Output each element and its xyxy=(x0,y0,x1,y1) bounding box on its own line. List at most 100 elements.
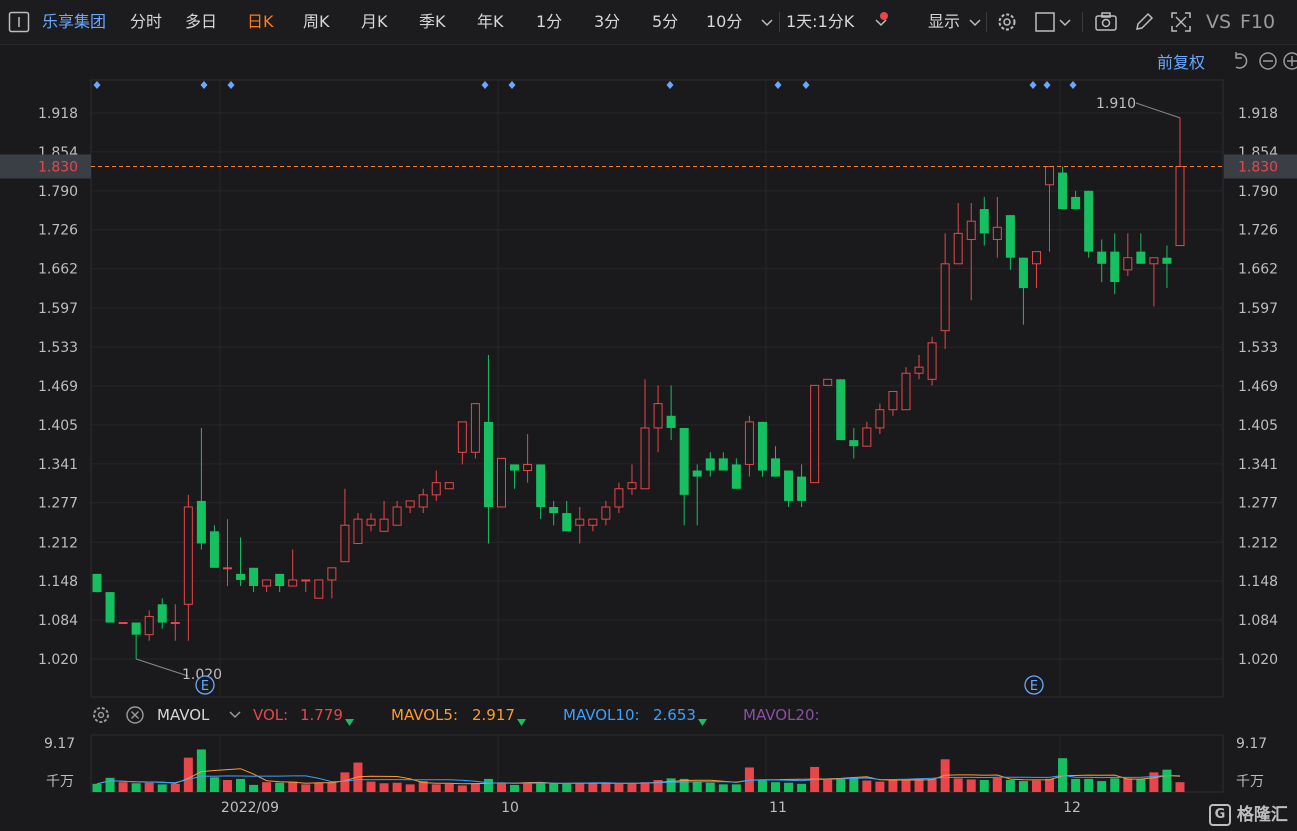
candle-body xyxy=(105,592,115,623)
volume-bar xyxy=(1149,772,1159,792)
candle-body xyxy=(118,622,128,625)
notification-dot-icon xyxy=(880,5,888,24)
candle-body xyxy=(940,263,950,332)
volume-bar xyxy=(901,779,911,792)
volume-bar xyxy=(979,780,989,792)
f10-button[interactable]: F10 xyxy=(1240,0,1275,44)
volume-bar xyxy=(444,783,454,792)
volume-bar xyxy=(483,778,493,792)
display-menu[interactable]: 显示 xyxy=(928,0,960,44)
candle-body xyxy=(170,622,180,625)
tab-3min[interactable]: 3分 xyxy=(594,0,620,44)
indicator-name[interactable]: MAVOL xyxy=(157,702,209,728)
volume-bar xyxy=(718,784,728,792)
stock-toggle-icon[interactable] xyxy=(8,11,30,37)
layout-square-icon[interactable] xyxy=(1034,11,1056,37)
down-triangle-icon xyxy=(345,712,354,730)
candle-body xyxy=(1136,251,1146,264)
y-tick-right: 1.212 xyxy=(1238,535,1278,551)
tab-timeshare[interactable]: 分时 xyxy=(130,0,162,44)
candle-body xyxy=(966,220,976,240)
chevron-down-icon[interactable] xyxy=(1058,15,1072,34)
interval-select[interactable]: 1天:1分K xyxy=(786,0,854,44)
close-icon[interactable] xyxy=(125,705,145,729)
volume-bar xyxy=(757,780,767,792)
tab-multiday[interactable]: 多日 xyxy=(185,0,217,44)
volume-bar xyxy=(105,777,115,792)
event-marker-text: E xyxy=(201,679,209,694)
volume-max-right: 9.17 xyxy=(1236,736,1267,752)
tab-5min[interactable]: 5分 xyxy=(652,0,678,44)
divider xyxy=(779,12,780,32)
tab-10min[interactable]: 10分 xyxy=(706,0,742,44)
volume-bar xyxy=(431,784,441,792)
candle-body xyxy=(366,518,376,526)
volume-bar xyxy=(209,777,219,792)
candle-body xyxy=(562,513,572,532)
event-diamond-icon xyxy=(508,81,516,89)
watermark-logo: G 格隆汇 xyxy=(1209,800,1288,826)
candle-body xyxy=(131,622,141,635)
settings-gear-icon[interactable] xyxy=(996,11,1018,37)
candle-body xyxy=(1005,215,1015,258)
pencil-icon[interactable] xyxy=(1133,11,1155,37)
vs-button[interactable]: VS xyxy=(1206,0,1231,44)
candle-body xyxy=(914,366,924,374)
chevron-down-icon[interactable] xyxy=(760,15,774,34)
tab-quarterly-k[interactable]: 季K xyxy=(419,0,446,44)
camera-icon[interactable] xyxy=(1094,11,1118,37)
volume-bar xyxy=(301,784,311,792)
volume-bar xyxy=(262,782,272,792)
volume-bar xyxy=(496,783,506,792)
y-tick-left: 1.084 xyxy=(38,613,78,629)
y-tick-left: 1.726 xyxy=(38,223,78,239)
candle-body xyxy=(418,494,428,508)
candle-body xyxy=(157,604,167,623)
candle-body xyxy=(1149,257,1159,265)
tab-weekly-k[interactable]: 周K xyxy=(303,0,330,44)
volume-bar xyxy=(236,778,246,792)
candle-body xyxy=(1045,166,1055,186)
tab-1min[interactable]: 1分 xyxy=(536,0,562,44)
y-tick-left: 1.662 xyxy=(38,262,78,278)
stock-name[interactable]: 乐享集团 xyxy=(42,0,106,44)
volume-bar xyxy=(875,781,885,792)
candle-body xyxy=(288,579,298,587)
indicator-settings-icon[interactable] xyxy=(91,705,111,729)
volume-bar xyxy=(836,779,846,792)
y-tick-left: 1.790 xyxy=(38,184,78,200)
volume-bar xyxy=(1123,778,1133,792)
y-tick-left: 1.341 xyxy=(38,457,78,473)
chevron-down-icon[interactable] xyxy=(228,708,242,726)
mavol5-label: MAVOL5: xyxy=(391,706,459,724)
candle-body xyxy=(457,421,467,453)
tab-yearly-k[interactable]: 年K xyxy=(477,0,504,44)
volume-bar xyxy=(1136,778,1146,792)
candle-body xyxy=(797,476,807,501)
vol-value: 1.779 xyxy=(300,706,343,724)
divider xyxy=(986,12,987,32)
current-price-right: 1.830 xyxy=(1238,160,1278,176)
y-tick-left: 1.277 xyxy=(38,496,78,512)
candle-body xyxy=(836,379,846,441)
candle-body xyxy=(536,464,546,507)
candle-body xyxy=(705,458,715,471)
event-marker-text: E xyxy=(1030,679,1038,694)
candle-body xyxy=(209,531,219,568)
candle-body xyxy=(927,342,937,380)
volume-bar xyxy=(1071,778,1081,792)
volume-bar xyxy=(601,782,611,792)
volume-bar xyxy=(1031,780,1041,792)
candle-body xyxy=(510,464,520,471)
overlay-layer: 1.830 1.830 1.910 1.020 E E xyxy=(0,81,1297,695)
volume-max-left: 9.17 xyxy=(44,736,75,752)
candle-body xyxy=(1071,196,1081,210)
y-tick-right: 1.277 xyxy=(1238,496,1278,512)
candle-body xyxy=(744,421,754,465)
tab-daily-k[interactable]: 日K xyxy=(247,0,274,44)
volume-bar xyxy=(510,784,520,792)
tab-monthly-k[interactable]: 月K xyxy=(361,0,388,44)
candle-body xyxy=(392,506,402,526)
fullscreen-icon[interactable] xyxy=(1170,11,1192,37)
chevron-down-icon[interactable] xyxy=(968,15,982,34)
